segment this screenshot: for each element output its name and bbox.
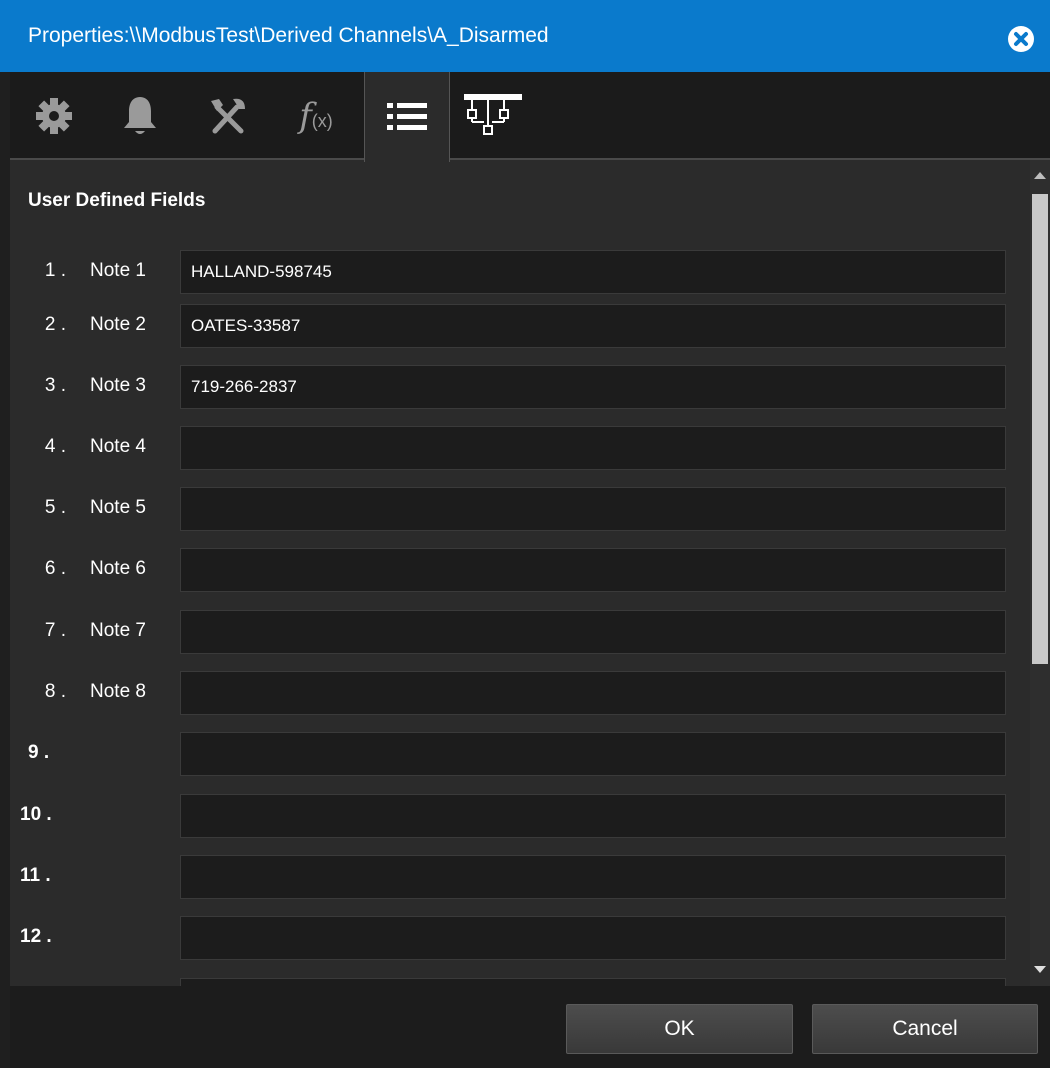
dialog-footer: OK Cancel (10, 986, 1050, 1068)
field-11-input[interactable] (180, 855, 1006, 899)
note-8-input[interactable] (180, 671, 1006, 715)
field-row-12: 12 . (10, 916, 1020, 962)
field-number: 12 . (20, 926, 52, 947)
field-row-1: 1 . Note 1 (10, 250, 1020, 296)
tab-general[interactable] (22, 72, 86, 160)
note-5-input[interactable] (180, 487, 1006, 531)
section-title: User Defined Fields (28, 190, 206, 211)
field-10-input[interactable] (180, 794, 1006, 838)
field-number: 8 . (44, 681, 66, 702)
field-number: 7 . (44, 620, 66, 641)
note-6-input[interactable] (180, 548, 1006, 592)
field-row-10: 10 . (10, 794, 1020, 840)
field-number: 5 . (44, 497, 66, 518)
field-label: Note 8 (90, 681, 146, 702)
field-row-8: 8 . Note 8 (10, 671, 1020, 717)
content-panel: User Defined Fields 1 . Note 1 2 . Note … (10, 160, 1030, 986)
field-row-9: 9 . (10, 732, 1020, 778)
close-icon (1014, 32, 1028, 46)
note-1-input[interactable] (180, 250, 1006, 294)
left-edge (0, 72, 10, 1068)
tools-icon (211, 98, 245, 134)
field-number: 3 . (44, 375, 66, 396)
ok-button[interactable]: OK (566, 1004, 793, 1054)
tab-alarms[interactable] (108, 72, 172, 160)
title-bar: Properties:\\ModbusTest\Derived Channels… (0, 0, 1050, 72)
vertical-scrollbar[interactable] (1030, 160, 1050, 986)
field-label: Note 5 (90, 497, 146, 518)
scroll-up-arrow-icon[interactable] (1034, 172, 1046, 179)
field-number: 10 . (20, 804, 52, 825)
close-button[interactable] (1008, 26, 1034, 52)
field-row-4: 4 . Note 4 (10, 426, 1020, 472)
toolbar: f(x) (10, 72, 1050, 162)
cancel-button[interactable]: Cancel (812, 1004, 1038, 1054)
note-2-input[interactable] (180, 304, 1006, 348)
field-row-13 (10, 978, 1020, 986)
field-row-3: 3 . Note 3 (10, 365, 1020, 411)
tab-user-fields[interactable] (364, 72, 450, 162)
scrollbar-thumb[interactable] (1032, 194, 1048, 664)
network-icon (464, 94, 522, 135)
field-number: 1 . (44, 260, 66, 281)
field-number: 4 . (44, 436, 66, 457)
field-row-2: 2 . Note 2 (10, 304, 1020, 350)
field-row-11: 11 . (10, 855, 1020, 901)
field-row-6: 6 . Note 6 (10, 548, 1020, 594)
field-label: Note 6 (90, 558, 146, 579)
scroll-down-arrow-icon[interactable] (1034, 966, 1046, 973)
field-number: 6 . (44, 558, 66, 579)
field-label: Note 7 (90, 620, 146, 641)
bell-icon (124, 97, 156, 134)
note-3-input[interactable] (180, 365, 1006, 409)
field-label: Note 4 (90, 436, 146, 457)
field-number: 11 . (20, 865, 51, 886)
note-4-input[interactable] (180, 426, 1006, 470)
field-label: Note 1 (90, 260, 146, 281)
field-13-input[interactable] (180, 978, 1006, 986)
field-12-input[interactable] (180, 916, 1006, 960)
field-9-input[interactable] (180, 732, 1006, 776)
tab-function[interactable]: f(x) (280, 72, 352, 160)
properties-dialog: Properties:\\ModbusTest\Derived Channels… (0, 0, 1050, 1068)
field-number: 9 . (28, 742, 50, 763)
tab-tools[interactable] (196, 72, 260, 160)
function-icon: f(x) (299, 96, 333, 136)
gear-icon (36, 98, 72, 134)
tab-network[interactable] (456, 72, 532, 160)
field-label: Note 2 (90, 314, 146, 335)
field-label: Note 3 (90, 375, 146, 396)
list-icon (387, 103, 427, 130)
field-row-7: 7 . Note 7 (10, 610, 1020, 656)
dialog-title: Properties:\\ModbusTest\Derived Channels… (28, 24, 549, 47)
field-number: 2 . (44, 314, 66, 335)
field-row-5: 5 . Note 5 (10, 487, 1020, 533)
note-7-input[interactable] (180, 610, 1006, 654)
